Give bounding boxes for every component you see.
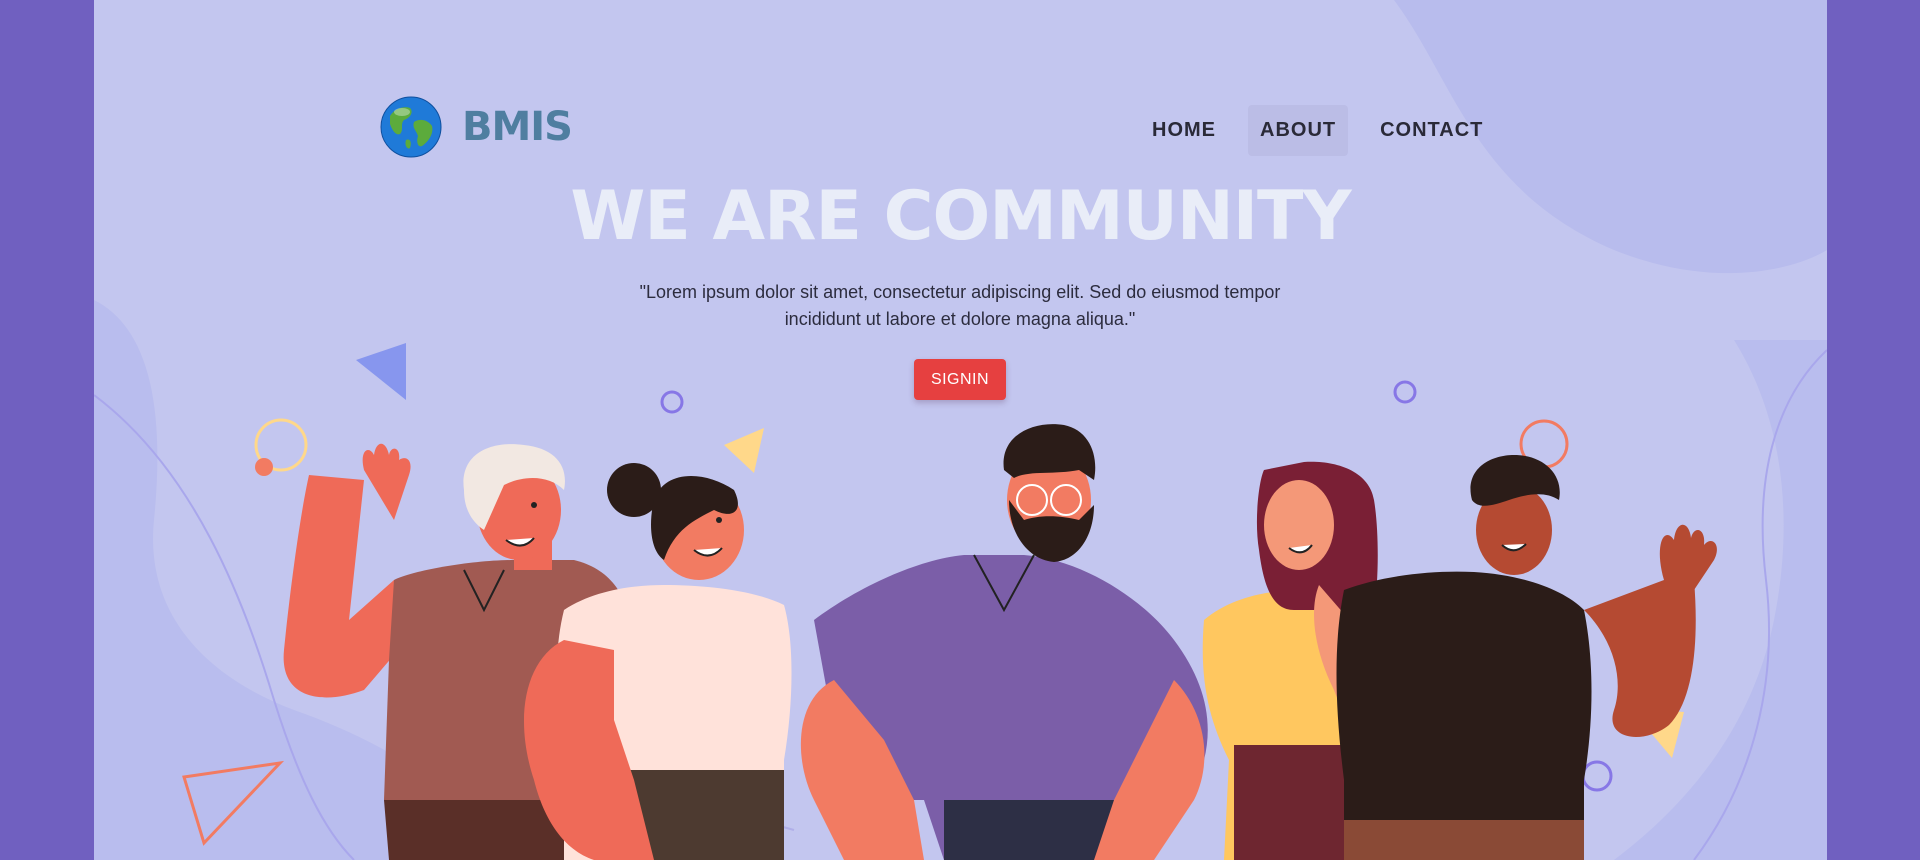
nav-home[interactable]: HOME <box>1140 105 1228 156</box>
hero-title: WE ARE COMMUNITY <box>570 177 1351 256</box>
person-curly-hair <box>1336 455 1717 860</box>
main-nav: HOME ABOUT CONTACT <box>1140 105 1495 156</box>
brand-logo[interactable]: BMIS <box>380 96 573 158</box>
nav-about[interactable]: ABOUT <box>1248 105 1349 156</box>
globe-icon <box>380 96 442 158</box>
person-bearded-glasses <box>800 424 1208 860</box>
community-illustration <box>283 424 1717 860</box>
brand-name: BMIS <box>462 104 573 150</box>
landing-page: BMIS HOME ABOUT CONTACT WE ARE COMMUNITY… <box>94 0 1827 860</box>
person-bun-hair <box>524 463 792 860</box>
signin-button[interactable]: SIGNIN <box>914 359 1006 400</box>
hero-description: "Lorem ipsum dolor sit amet, consectetur… <box>639 282 1281 329</box>
nav-contact[interactable]: CONTACT <box>1368 105 1495 156</box>
